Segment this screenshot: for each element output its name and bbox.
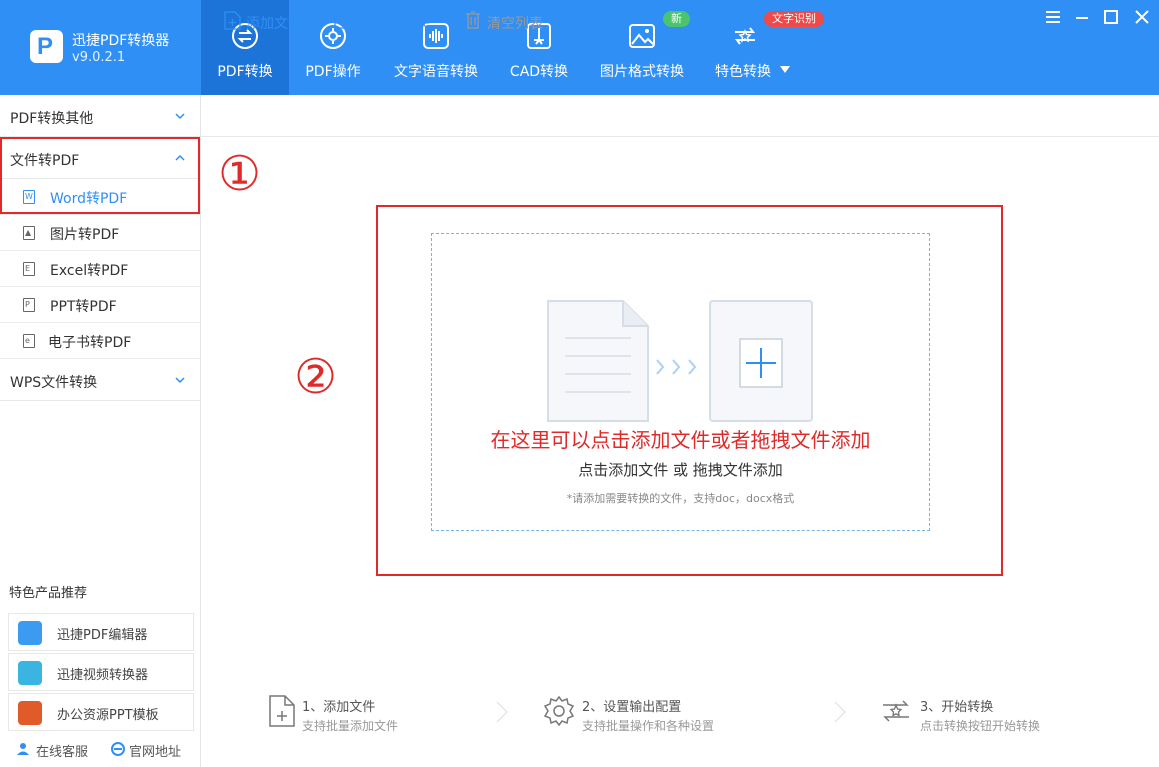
- feature-convert-icon: [735, 27, 755, 45]
- group-label: PDF转换其他: [10, 111, 94, 127]
- ppt-file-icon: P: [23, 298, 35, 312]
- sidebar-group-pdf-other[interactable]: PDF转换其他: [0, 96, 200, 137]
- ocr-badge: 文字识别: [764, 11, 824, 27]
- image-file-icon: ▲: [23, 226, 35, 240]
- maximize-icon[interactable]: [1102, 8, 1120, 26]
- add-folder-label: 添加文件夹: [360, 16, 430, 32]
- sidebar-item-ebook-to-pdf[interactable]: e 电子书转PDF: [0, 323, 200, 359]
- chevron-right-icon: [496, 701, 509, 723]
- minimize-icon[interactable]: [1073, 8, 1091, 26]
- start-convert-icon: [883, 700, 909, 722]
- image-icon: [629, 24, 655, 48]
- app-name: 迅捷PDF转换器: [72, 33, 170, 49]
- clear-list-label: 清空列表: [487, 16, 543, 32]
- item-label: Word转PDF: [50, 191, 128, 207]
- website-link[interactable]: 官网地址: [129, 741, 181, 760]
- drop-zone-sub-text: *请添加需要转换的文件，支持doc，docx格式: [566, 492, 795, 505]
- group-label: WPS文件转换: [10, 375, 98, 391]
- word-file-icon: W: [23, 190, 35, 204]
- recommend-title: 特色产品推荐: [9, 586, 88, 601]
- sidebar-group-wps[interactable]: WPS文件转换: [0, 360, 200, 401]
- item-label: 电子书转PDF: [48, 335, 132, 351]
- step-1-desc: 支持批量添加文件: [302, 719, 399, 733]
- app-window: P 迅捷PDF转换器 v9.0.2.1 PDF转换 PDF操作 文字语音转换 C…: [0, 0, 1159, 767]
- add-file-step-icon: [269, 695, 295, 727]
- excel-file-icon: E: [23, 262, 35, 276]
- chevron-up-icon: [175, 154, 185, 161]
- nav-label: 特色转换: [715, 64, 771, 80]
- chevron-down-icon: [780, 66, 790, 73]
- annotation-hint-text: 在这里可以点击添加文件或者拖拽文件添加: [490, 428, 871, 452]
- ebook-file-icon: e: [23, 334, 35, 348]
- new-badge: 新: [663, 11, 690, 27]
- header-bar: P 迅捷PDF转换器 v9.0.2.1 PDF转换 PDF操作 文字语音转换 C…: [0, 0, 1159, 95]
- recommend-pdf-editor[interactable]: 迅捷PDF编辑器: [8, 613, 194, 651]
- sidebar-item-word-to-pdf[interactable]: W Word转PDF: [0, 179, 200, 215]
- pdf-editor-icon: [18, 621, 42, 645]
- sidebar-item-ppt-to-pdf[interactable]: P PPT转PDF: [0, 287, 200, 323]
- close-icon[interactable]: [1133, 8, 1151, 26]
- chevron-right-icon: [834, 701, 847, 723]
- ppt-template-icon: [18, 701, 42, 725]
- nav-label: 图片格式转换: [600, 64, 684, 80]
- item-label: PPT转PDF: [50, 299, 117, 315]
- recommend-label: 迅捷视频转换器: [57, 668, 149, 683]
- sidebar-item-excel-to-pdf[interactable]: E Excel转PDF: [0, 251, 200, 287]
- online-service-link[interactable]: 在线客服: [36, 741, 88, 760]
- sidebar-group-file-to-pdf[interactable]: 文件转PDF: [0, 138, 200, 179]
- step-1-title: 1、添加文件: [302, 700, 376, 715]
- sidebar-item-image-to-pdf[interactable]: ▲ 图片转PDF: [0, 215, 200, 251]
- item-label: Excel转PDF: [50, 263, 129, 279]
- add-file-label: 添加文件: [246, 16, 302, 32]
- item-label: 图片转PDF: [50, 227, 120, 243]
- chevron-down-icon: [175, 377, 185, 384]
- recommend-label: 迅捷PDF编辑器: [57, 628, 148, 643]
- annotation-number-2: ②: [294, 349, 338, 405]
- recommend-ppt-template[interactable]: 办公资源PPT模板: [8, 693, 194, 731]
- step-3-desc: 点击转换按钮开始转换: [920, 719, 1041, 733]
- annotation-number-1: ①: [218, 146, 262, 202]
- menu-icon[interactable]: [1044, 8, 1062, 26]
- app-logo: P: [30, 30, 63, 63]
- step-2-desc: 支持批量操作和各种设置: [582, 719, 715, 733]
- app-version: v9.0.2.1: [72, 50, 126, 65]
- nav-label: 文字语音转换: [394, 64, 478, 80]
- nav-label: PDF转换: [217, 64, 273, 80]
- trash-icon: [466, 11, 480, 29]
- recommend-label: 办公资源PPT模板: [57, 708, 159, 723]
- drop-illustration: [547, 300, 813, 422]
- gear-icon: [543, 695, 575, 727]
- add-folder-icon: [334, 12, 354, 29]
- nav-label: CAD转换: [509, 64, 569, 80]
- step-2-title: 2、设置输出配置: [582, 700, 682, 715]
- browser-icon: [111, 742, 125, 756]
- video-converter-icon: [18, 661, 42, 685]
- step-3-title: 3、开始转换: [920, 700, 994, 715]
- add-file-icon: [224, 11, 241, 30]
- nav-label: PDF操作: [305, 64, 361, 80]
- drop-zone-main-text: 点击添加文件 或 拖拽文件添加: [578, 461, 783, 479]
- user-service-icon: [17, 743, 29, 755]
- chevron-down-icon: [175, 113, 185, 120]
- recommend-video-converter[interactable]: 迅捷视频转换器: [8, 653, 194, 691]
- group-label: 文件转PDF: [10, 153, 80, 169]
- toolbar: [201, 95, 1159, 137]
